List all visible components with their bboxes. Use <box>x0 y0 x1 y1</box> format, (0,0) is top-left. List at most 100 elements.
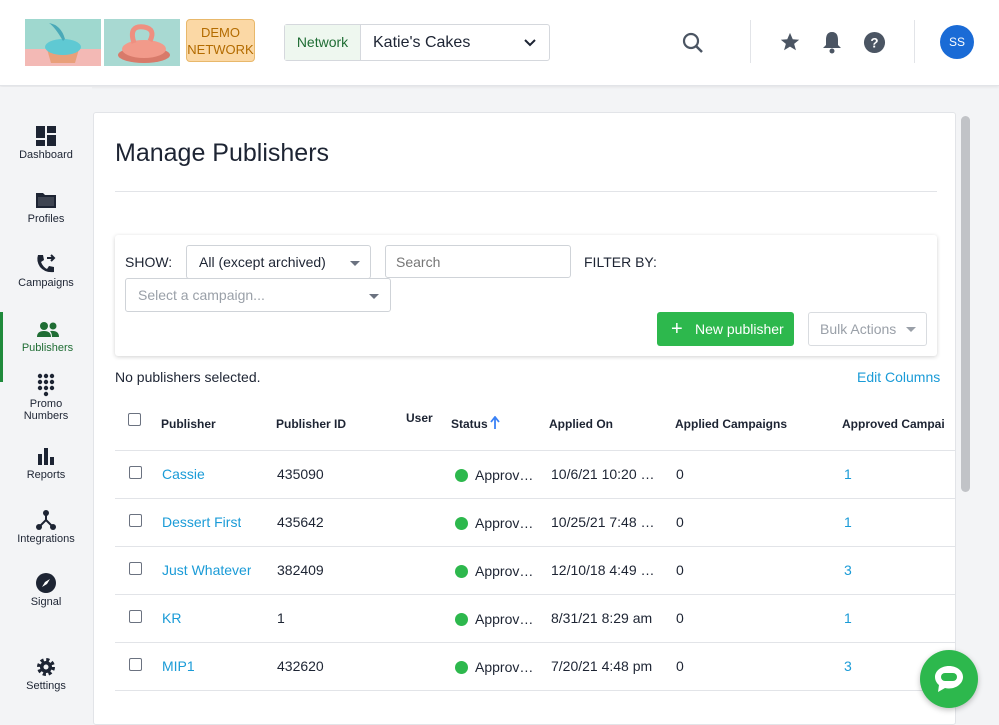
edit-columns-link[interactable]: Edit Columns <box>857 369 940 385</box>
search-input[interactable] <box>385 245 571 278</box>
chat-launcher-button[interactable] <box>920 650 978 708</box>
sidebar-item-settings[interactable]: Settings <box>0 654 92 714</box>
chat-bubble-icon <box>935 666 963 692</box>
demo-badge-line2: NETWORK <box>187 42 254 57</box>
table-row[interactable]: KR 1 Approv… 8/31/21 8:29 am 0 1 <box>115 595 955 643</box>
compass-icon <box>36 573 56 593</box>
applied-on: 10/6/21 10:20 … <box>551 466 655 482</box>
publisher-id: 435090 <box>277 466 324 482</box>
sidebar-item-integrations[interactable]: Integrations <box>0 507 92 567</box>
avatar[interactable]: SS <box>940 25 974 59</box>
bulk-actions-label: Bulk Actions <box>820 321 897 337</box>
publisher-name-link[interactable]: Cassie <box>162 466 205 482</box>
svg-text:?: ? <box>870 35 878 50</box>
title-divider <box>115 191 937 192</box>
main-card: Manage Publishers SHOW: All (except arch… <box>93 112 956 725</box>
plus-icon: + <box>671 318 683 340</box>
applied-campaigns: 0 <box>676 514 684 530</box>
filter-by-label: FILTER BY: <box>584 254 657 270</box>
bell-icon[interactable] <box>822 30 842 54</box>
column-header-applied-campaigns[interactable]: Applied Campaigns <box>675 417 787 431</box>
caret-down-icon <box>369 294 379 299</box>
select-all-checkbox[interactable] <box>128 413 141 426</box>
scrollbar-thumb[interactable] <box>961 116 970 492</box>
logo-image-cupcake <box>25 19 101 66</box>
demo-network-badge: DEMO NETWORK <box>186 19 255 62</box>
table-row[interactable]: Just Whatever 382409 Approv… 12/10/18 4:49 … <box>115 547 955 595</box>
status-dot <box>455 469 468 482</box>
approved-campaigns-link[interactable]: 1 <box>844 466 852 482</box>
network-selector[interactable]: Network Katie's Cakes <box>284 24 550 61</box>
sidebar-item-label: Signal <box>30 596 62 608</box>
show-select[interactable]: All (except archived) <box>186 245 371 279</box>
column-header-user[interactable]: User <box>406 411 433 425</box>
new-publisher-button[interactable]: + New publisher <box>657 312 794 346</box>
publisher-id: 1 <box>277 610 285 626</box>
applied-on: 12/10/18 4:49 … <box>551 562 655 578</box>
sidebar-item-label-line1: Promo <box>29 398 63 410</box>
sidebar-item-dashboard[interactable]: Dashboard <box>0 123 92 183</box>
caret-down-icon <box>906 327 916 332</box>
table-row[interactable]: Dessert First 435642 Approv… 10/25/21 7:48 … <box>115 499 955 547</box>
sidebar-item-reports[interactable]: Reports <box>0 443 92 503</box>
demo-badge-line1: DEMO <box>201 25 240 40</box>
applied-campaigns: 0 <box>676 610 684 626</box>
publisher-id: 432620 <box>277 658 324 674</box>
sidebar-item-promo-numbers[interactable]: Promo Numbers <box>0 372 92 432</box>
row-checkbox[interactable] <box>129 466 142 479</box>
column-header-approved-campaigns[interactable]: Approved Campai <box>842 417 945 431</box>
publisher-id: 382409 <box>277 562 324 578</box>
approved-campaigns-link[interactable]: 1 <box>844 514 852 530</box>
publisher-name-link[interactable]: KR <box>162 610 181 626</box>
column-header-status[interactable]: Status <box>451 416 500 431</box>
applied-on: 7/20/21 4:48 pm <box>551 658 653 674</box>
caret-down-icon <box>350 261 360 266</box>
campaign-select[interactable]: Select a campaign... <box>125 278 391 312</box>
status-dot <box>455 661 468 674</box>
status-dot <box>455 517 468 530</box>
column-header-publisher[interactable]: Publisher <box>161 417 216 431</box>
publisher-id: 435642 <box>277 514 324 530</box>
sidebar-item-label-line2: Numbers <box>23 410 69 422</box>
row-checkbox[interactable] <box>129 658 142 671</box>
bulk-actions-button[interactable]: Bulk Actions <box>808 312 927 346</box>
search-icon[interactable] <box>682 32 704 54</box>
row-checkbox[interactable] <box>129 562 142 575</box>
applied-campaigns: 0 <box>676 466 684 482</box>
help-icon[interactable]: ? <box>863 31 886 54</box>
table-row[interactable]: Cassie 435090 Approv… 10/6/21 10:20 … 0 1 <box>115 451 955 499</box>
publisher-name-link[interactable]: Dessert First <box>162 514 241 530</box>
network-value: Katie's Cakes <box>373 34 471 51</box>
status-dot <box>455 613 468 626</box>
new-publisher-label: New publisher <box>695 321 784 337</box>
status-text: Approv… <box>475 563 534 579</box>
publisher-name-link[interactable]: Just Whatever <box>162 562 251 578</box>
show-select-value: All (except archived) <box>199 254 326 270</box>
applied-on: 8/31/21 8:29 am <box>551 610 653 626</box>
sidebar-item-campaigns[interactable]: Campaigns <box>0 251 92 311</box>
sidebar-item-signal[interactable]: Signal <box>0 570 92 630</box>
status-text: Approv… <box>475 611 534 627</box>
column-header-publisher-id[interactable]: Publisher ID <box>276 417 346 431</box>
applied-campaigns: 0 <box>676 562 684 578</box>
approved-campaigns-link[interactable]: 3 <box>844 658 852 674</box>
sidebar-item-label: Profiles <box>27 213 65 225</box>
network-label: Network <box>285 25 361 60</box>
toolbar-divider <box>750 20 751 63</box>
approved-campaigns-link[interactable]: 3 <box>844 562 852 578</box>
phone-forward-icon <box>37 254 56 273</box>
status-text: Approv… <box>475 515 534 531</box>
applied-campaigns: 0 <box>676 658 684 674</box>
toolbar-divider <box>914 20 915 63</box>
bar-chart-icon <box>38 448 54 465</box>
star-icon[interactable] <box>779 31 801 53</box>
approved-campaigns-link[interactable]: 1 <box>844 610 852 626</box>
row-checkbox[interactable] <box>129 514 142 527</box>
sidebar-item-profiles[interactable]: Profiles <box>0 187 92 247</box>
table-row[interactable]: MIP1 432620 Approv… 7/20/21 4:48 pm 0 3 <box>115 643 955 691</box>
page-title: Manage Publishers <box>115 139 330 167</box>
column-header-applied-on[interactable]: Applied On <box>549 417 613 431</box>
row-checkbox[interactable] <box>129 610 142 623</box>
sidebar: Dashboard Profiles Campaigns Publishers … <box>0 87 92 725</box>
publisher-name-link[interactable]: MIP1 <box>162 658 195 674</box>
